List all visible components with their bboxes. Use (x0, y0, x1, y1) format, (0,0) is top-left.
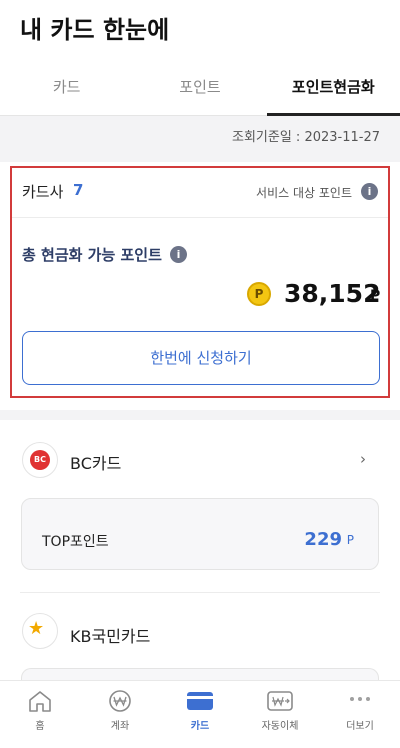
bc-card-logo: BC (22, 442, 58, 478)
bank-row-bc[interactable]: BC BC카드 › (0, 420, 400, 500)
card-company-label: 카드사 (22, 183, 64, 201)
point-name: TOP포인트 (42, 534, 109, 550)
card-icon (185, 689, 215, 713)
nav-label: 카드 (190, 721, 210, 732)
kb-card-logo: ★ (22, 613, 58, 649)
points-summary-box: 카드사 7 서비스 대상 포인트 i 총 현금화 가능 포인트 i P 38,1… (10, 166, 390, 398)
bank-name: BC카드 (70, 454, 122, 473)
nav-auto-transfer[interactable]: 자동이체 (240, 681, 320, 748)
service-points-link[interactable]: 서비스 대상 포인트 (256, 184, 352, 201)
bc-logo-icon: BC (30, 450, 50, 470)
bank-name: KB국민카드 (70, 627, 151, 646)
nav-label: 계좌 (110, 721, 130, 732)
bank-row-kb[interactable]: ★ KB국민카드 (0, 593, 400, 669)
point-item: TOP포인트 229 P (21, 498, 379, 570)
section-gap (0, 154, 400, 162)
won-circle-icon (105, 689, 135, 713)
tab-bar: 카드 포인트 포인트현금화 (0, 62, 400, 116)
points-unit: P (370, 288, 381, 304)
bottom-nav: 홈 계좌 카드 자동이체 더보기 (0, 680, 400, 748)
nav-account[interactable]: 계좌 (80, 681, 160, 748)
kb-star-icon: ★ (28, 618, 45, 639)
point-value: 229 (304, 529, 342, 550)
nav-label: 더보기 (346, 721, 374, 732)
tab-points-cash[interactable]: 포인트현금화 (266, 62, 400, 116)
info-icon[interactable]: i (361, 183, 378, 200)
nav-card[interactable]: 카드 (160, 681, 240, 748)
page-title: 내 카드 한눈에 (20, 16, 170, 44)
nav-more[interactable]: 더보기 (320, 681, 400, 748)
page-header: 내 카드 한눈에 (0, 0, 400, 60)
more-icon (345, 689, 375, 713)
card-company-row: 카드사 7 서비스 대상 포인트 i (12, 168, 388, 218)
nav-home[interactable]: 홈 (0, 681, 80, 748)
nav-label: 자동이체 (261, 721, 299, 732)
auto-transfer-icon (265, 689, 295, 713)
point-coin-icon: P (247, 282, 271, 306)
point-unit: P (346, 533, 354, 547)
tab-points[interactable]: 포인트 (133, 62, 266, 115)
section-gap (0, 410, 400, 420)
apply-all-button[interactable]: 한번에 신청하기 (22, 331, 380, 385)
home-icon (25, 689, 55, 713)
info-icon[interactable]: i (170, 246, 187, 263)
card-company-count: 7 (73, 181, 84, 199)
nav-label: 홈 (35, 721, 45, 732)
tab-card[interactable]: 카드 (0, 62, 133, 115)
inquiry-date: 조회기준일 : 2023-11-27 (232, 130, 380, 145)
inquiry-date-bar: 조회기준일 : 2023-11-27 (0, 116, 400, 154)
total-cash-points-label: 총 현금화 가능 포인트 (22, 246, 162, 264)
total-points-value: 38,152 (284, 279, 381, 308)
chevron-right-icon[interactable]: › (360, 450, 366, 468)
